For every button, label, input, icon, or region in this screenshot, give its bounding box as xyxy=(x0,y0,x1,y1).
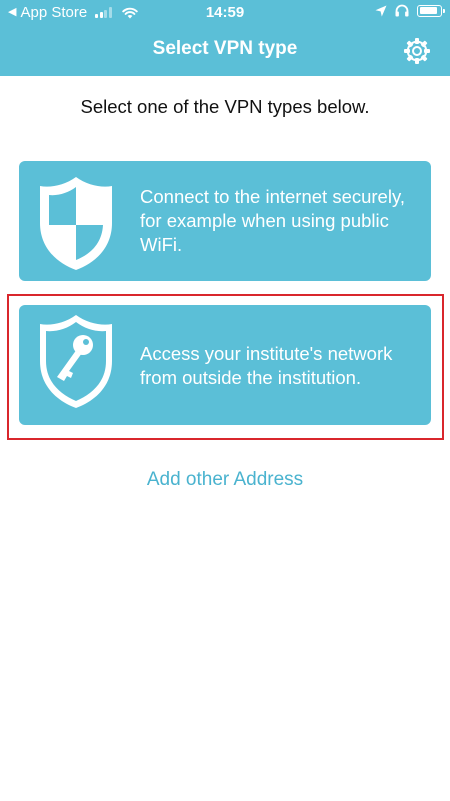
app-screen: ◀ App Store 14:59 Select VPN type Select… xyxy=(0,0,450,801)
location-arrow-icon xyxy=(375,5,387,16)
vpn-option-text: Access your institute's network from out… xyxy=(140,343,393,388)
headphones-icon xyxy=(395,4,409,17)
vpn-option-text: Connect to the internet securely, for ex… xyxy=(140,186,405,255)
battery-icon xyxy=(417,4,445,17)
instruction-text: Select one of the VPN types below. xyxy=(80,96,370,117)
vpn-option-institute-network[interactable]: Access your institute's network from out… xyxy=(19,305,431,425)
status-right xyxy=(375,4,445,17)
top-bar: ◀ App Store 14:59 Select VPN type xyxy=(0,0,450,76)
status-bar: ◀ App Store 14:59 xyxy=(0,0,450,26)
page-title: Select VPN type xyxy=(152,38,298,59)
nav-bar: Select VPN type xyxy=(0,26,450,76)
vpn-option-public-wifi[interactable]: Connect to the internet securely, for ex… xyxy=(19,161,431,281)
shield-key-icon xyxy=(40,315,112,408)
add-other-address-link[interactable]: Add other Address xyxy=(0,469,450,491)
shield-checkered-icon xyxy=(40,177,112,270)
battery-level-fill xyxy=(419,7,437,14)
gear-icon[interactable] xyxy=(402,36,432,66)
